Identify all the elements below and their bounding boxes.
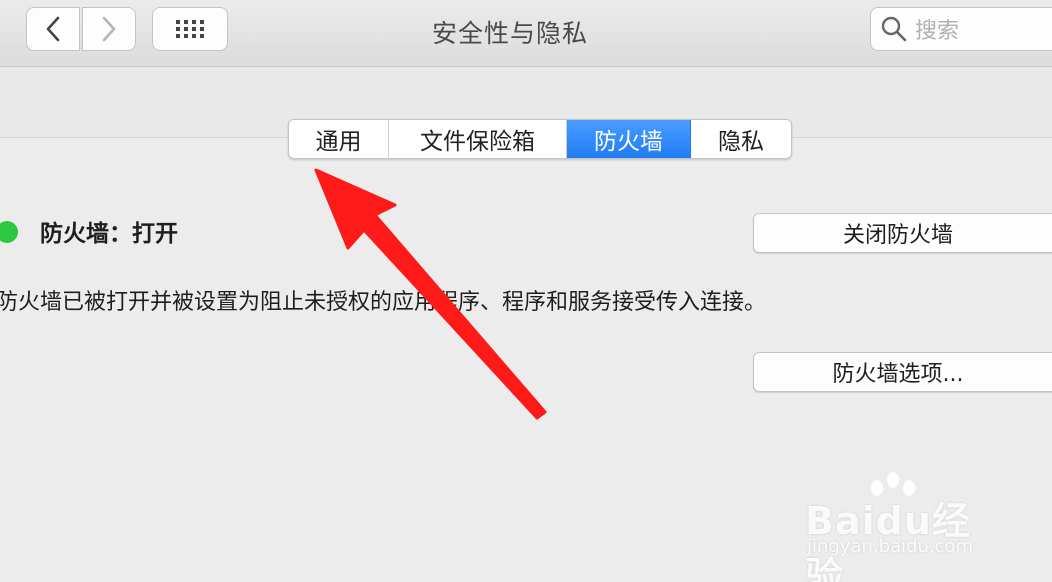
firewall-options-button[interactable]: 防火墙选项... — [753, 352, 1052, 392]
firewall-status-indicator — [0, 221, 18, 243]
search-icon — [881, 16, 907, 42]
chevron-right-icon — [102, 16, 116, 42]
chevron-left-icon — [46, 16, 60, 42]
toolbar: 安全性与隐私 搜索 — [0, 0, 1052, 67]
navigation-buttons — [26, 7, 136, 51]
security-privacy-window: 安全性与隐私 搜索 通用 文件保险箱 防火墙 隐私 防火墙：打开 关闭防火墙 防… — [0, 0, 1052, 582]
show-all-button[interactable] — [152, 7, 228, 51]
firewall-status-label: 防火墙：打开 — [40, 221, 178, 247]
tab-privacy[interactable]: 隐私 — [691, 120, 791, 158]
watermark-url: jingyan.baidu.com — [807, 536, 974, 557]
tab-bar: 通用 文件保险箱 防火墙 隐私 — [288, 119, 792, 159]
forward-button[interactable] — [82, 7, 136, 51]
tab-general[interactable]: 通用 — [289, 120, 389, 158]
watermark: Baidu经验 jingyan.baidu.com — [805, 470, 1005, 582]
back-button[interactable] — [26, 7, 80, 51]
tab-filevault[interactable]: 文件保险箱 — [389, 120, 567, 158]
firewall-description: 防火墙已被打开并被设置为阻止未授权的应用程序、程序和服务接受传入连接。 — [0, 290, 767, 315]
turn-off-firewall-button[interactable]: 关闭防火墙 — [753, 213, 1052, 253]
window-title: 安全性与隐私 — [431, 19, 588, 48]
search-input[interactable]: 搜索 — [870, 7, 1052, 51]
grid-icon — [176, 20, 204, 38]
search-placeholder: 搜索 — [915, 19, 960, 44]
tab-firewall[interactable]: 防火墙 — [567, 120, 691, 158]
